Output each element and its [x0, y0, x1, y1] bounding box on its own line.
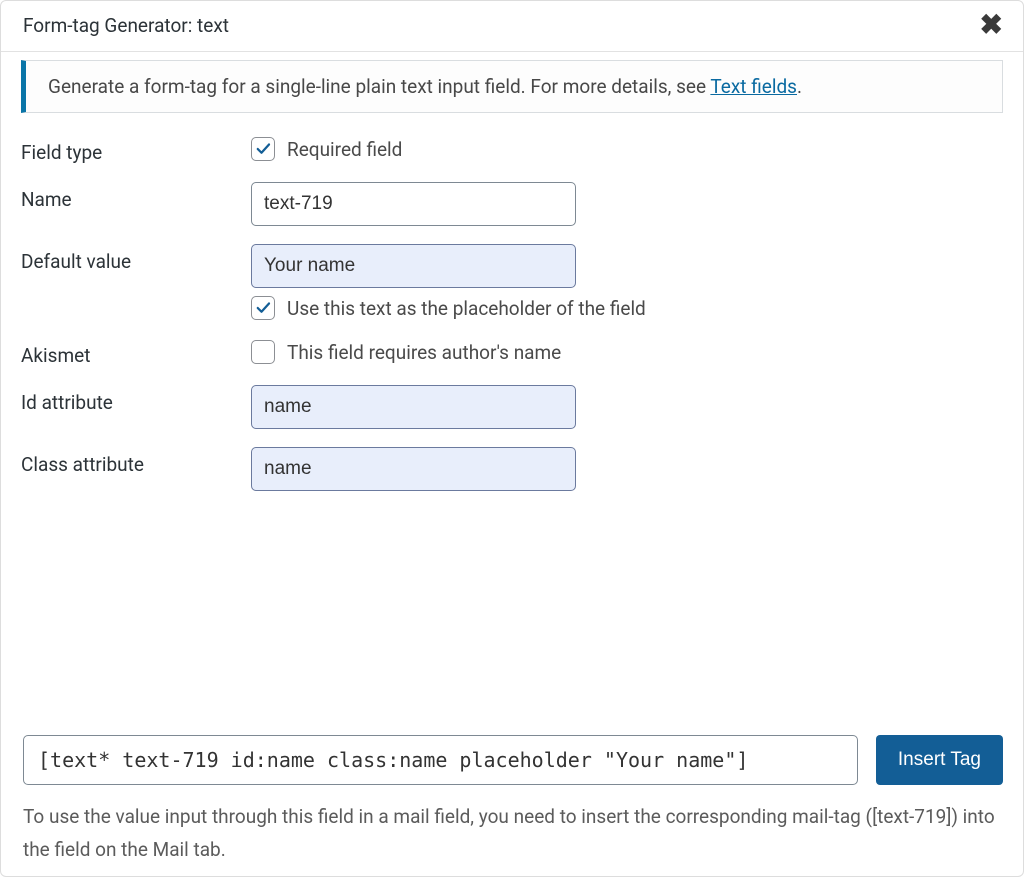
close-icon[interactable]: ✖: [974, 11, 1009, 39]
row-field-type: Field type Required field: [21, 135, 1003, 164]
row-class-attribute: Class attribute: [21, 447, 1003, 491]
dialog-title: Form-tag Generator: text: [23, 14, 229, 37]
placeholder-label: Use this text as the placeholder of the …: [287, 297, 646, 320]
required-label: Required field: [287, 138, 402, 161]
check-icon: [254, 140, 272, 158]
dialog-header: Form-tag Generator: text ✖: [1, 1, 1023, 52]
akismet-author-label: This field requires author's name: [287, 341, 561, 364]
hint-mail-tag: [text-719]: [872, 805, 951, 828]
text-fields-link[interactable]: Text fields: [710, 75, 797, 98]
row-default-value: Default value Use this text as the place…: [21, 244, 1003, 320]
intro-wrap: Generate a form-tag for a single-line pl…: [1, 52, 1023, 113]
row-akismet: Akismet This field requires author's nam…: [21, 338, 1003, 367]
intro-text-after: .: [797, 75, 802, 98]
mail-tag-hint: To use the value input through this fiel…: [23, 801, 1003, 866]
placeholder-checkbox[interactable]: [251, 296, 275, 320]
hint-before: To use the value input through this fiel…: [23, 805, 872, 828]
name-input[interactable]: [251, 182, 576, 226]
form-tag-generator-dialog: Form-tag Generator: text ✖ Generate a fo…: [0, 0, 1024, 877]
id-attribute-input[interactable]: [251, 385, 576, 429]
akismet-author-checkbox[interactable]: [251, 340, 275, 364]
label-field-type: Field type: [21, 135, 251, 164]
class-attribute-input[interactable]: [251, 447, 576, 491]
form-body: Field type Required field Name Default v…: [1, 113, 1023, 717]
label-name: Name: [21, 182, 251, 211]
intro-banner: Generate a form-tag for a single-line pl…: [21, 60, 1003, 113]
label-class-attribute: Class attribute: [21, 447, 251, 476]
label-id-attribute: Id attribute: [21, 385, 251, 414]
insert-tag-button[interactable]: Insert Tag: [876, 735, 1003, 785]
intro-text: Generate a form-tag for a single-line pl…: [48, 75, 710, 98]
default-value-input[interactable]: [251, 244, 576, 288]
label-default-value: Default value: [21, 244, 251, 273]
row-name: Name: [21, 182, 1003, 226]
label-akismet: Akismet: [21, 338, 251, 367]
dialog-footer: Insert Tag To use the value input throug…: [1, 717, 1023, 876]
row-id-attribute: Id attribute: [21, 385, 1003, 429]
required-checkbox[interactable]: [251, 137, 275, 161]
check-icon: [254, 299, 272, 317]
generated-tag-input[interactable]: [23, 735, 858, 785]
